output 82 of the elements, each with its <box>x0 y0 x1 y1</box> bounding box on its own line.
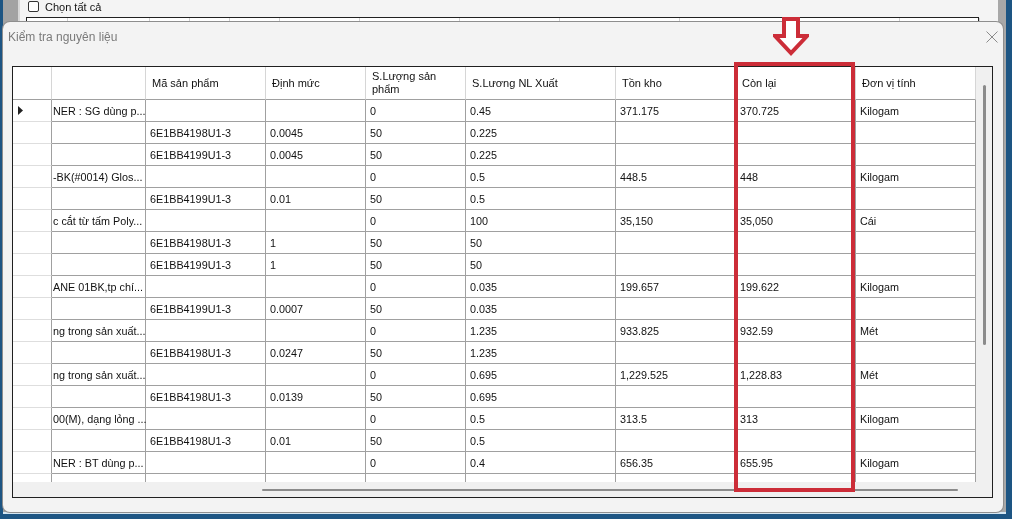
triangle-icon <box>18 106 23 115</box>
table-cell: 1 <box>266 254 366 276</box>
table-cell: -BK(#0014) Glos... <box>52 166 146 188</box>
checkbox[interactable] <box>28 1 39 12</box>
table-cell: 0.5 <box>466 188 616 210</box>
table-cell: 0.5 <box>466 430 616 452</box>
table-cell: NER : BT dùng p... <box>52 452 146 474</box>
table-cell: NER : SG dùng p... <box>52 100 146 122</box>
table-cell: 50 <box>466 232 616 254</box>
table-cell: 50 <box>366 254 466 276</box>
table-cell: 0 <box>366 166 466 188</box>
table-cell: 6E1BB4199U1-3 <box>146 144 266 166</box>
table-cell: 1.235 <box>466 320 616 342</box>
table-cell: 50 <box>366 122 466 144</box>
column-header[interactable]: S.Lương NL Xuất <box>466 67 616 100</box>
table-cell: 1.235 <box>466 342 616 364</box>
column-header[interactable]: S.Lượng sản phẩm <box>366 67 466 100</box>
table-cell: 199.657 <box>616 276 736 298</box>
table-cell: 6E1BB4198U1-3 <box>146 232 266 254</box>
table-cell: 0 <box>366 364 466 386</box>
table-cell: 0.225 <box>466 144 616 166</box>
table-cell: 6E1BB4198U1-3 <box>146 342 266 364</box>
table-cell: 0 <box>366 320 466 342</box>
table-cell: 50 <box>366 386 466 408</box>
table-cell: 0.035 <box>466 276 616 298</box>
table-cell: 0.0045 <box>266 122 366 144</box>
table-cell: 0.695 <box>466 364 616 386</box>
column-header[interactable]: Tồn kho <box>616 67 736 100</box>
table-cell: 50 <box>466 254 616 276</box>
table-cell: 50 <box>366 430 466 452</box>
table-cell: 35,150 <box>616 210 736 232</box>
table-cell: ANE 01BK,tp chí... <box>52 276 146 298</box>
header-corner <box>13 67 52 100</box>
table-cell: 0 <box>366 408 466 430</box>
table-cell: 00(M), dạng lỏng ... <box>52 408 146 430</box>
table-cell: 0.0247 <box>266 342 366 364</box>
table-cell: 50 <box>366 298 466 320</box>
checkbox-label[interactable]: Chọn tất cả <box>45 0 102 13</box>
table-cell: 100 <box>466 210 616 232</box>
table-cell: 313.5 <box>616 408 736 430</box>
table-cell: 6E1BB4198U1-3 <box>146 122 266 144</box>
scrollbar-thumb[interactable] <box>262 488 958 491</box>
table-cell: 0 <box>366 210 466 232</box>
table-cell: 0.5 <box>466 166 616 188</box>
table-cell: 1 <box>266 232 366 254</box>
table-cell: 448.5 <box>616 166 736 188</box>
close-icon <box>986 31 998 43</box>
column-header[interactable]: Định mức <box>266 67 366 100</box>
table-cell: 1,229.525 <box>616 364 736 386</box>
table-cell: 50 <box>366 232 466 254</box>
table-cell: 0.695 <box>466 386 616 408</box>
table-cell: 371.175 <box>616 100 736 122</box>
table-cell: 0.01 <box>266 188 366 210</box>
table-cell: 0.5 <box>466 408 616 430</box>
table-cell: 6E1BB4198U1-3 <box>146 430 266 452</box>
row-header[interactable] <box>13 100 52 122</box>
table-cell: 0.0045 <box>266 144 366 166</box>
table-cell: 6E1BB4199U1-3 <box>146 298 266 320</box>
table-cell: 0.45 <box>466 100 616 122</box>
table-cell: 933.825 <box>616 320 736 342</box>
window-title: Kiểm tra nguyên liệu <box>8 30 118 44</box>
table-cell: 6E1BB4198U1-3 <box>146 386 266 408</box>
table-cell: 0.4 <box>466 452 616 474</box>
table-cell: 0.0139 <box>266 386 366 408</box>
table-cell: 0.0007 <box>266 298 366 320</box>
table-cell: 0 <box>366 276 466 298</box>
table-cell: 0 <box>366 452 466 474</box>
column-header[interactable]: Mã sản phẩm <box>146 67 266 100</box>
scrollbar-thumb[interactable] <box>982 85 986 345</box>
table-cell: 0 <box>366 100 466 122</box>
table-cell: 50 <box>366 188 466 210</box>
table-cell: 656.35 <box>616 452 736 474</box>
table-cell: 0.01 <box>266 430 366 452</box>
table-cell: 50 <box>366 342 466 364</box>
table-cell: 50 <box>366 144 466 166</box>
table-cell: 6E1BB4199U1-3 <box>146 188 266 210</box>
table-cell: 6E1BB4199U1-3 <box>146 254 266 276</box>
table-cell: ng trong sản xuất... <box>52 364 146 386</box>
table-cell: ng trong sản xuất... <box>52 320 146 342</box>
table-cell: 0.225 <box>466 122 616 144</box>
table-cell: c cắt từ tấm Poly... <box>52 210 146 232</box>
table-cell: 0.035 <box>466 298 616 320</box>
